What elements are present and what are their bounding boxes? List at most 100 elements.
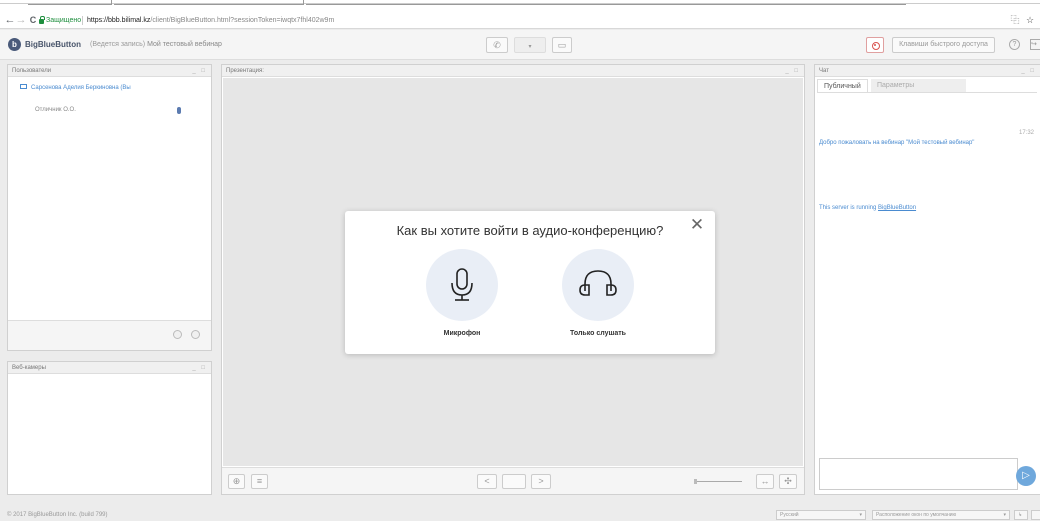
poll-icon[interactable]: ≡: [251, 474, 268, 489]
chat-panel-title: Чат: [819, 68, 829, 74]
browser-tab[interactable]: [28, 0, 112, 5]
apply-layout-icon: ↳: [1018, 512, 1023, 518]
listen-only-button[interactable]: [562, 249, 634, 321]
secure-label: Защищено: [46, 17, 82, 24]
upload-icon[interactable]: ⊕: [228, 474, 245, 489]
logo-icon: b: [8, 38, 21, 51]
lock-icon: [39, 16, 45, 24]
microphone-button[interactable]: [426, 249, 498, 321]
translate-icon[interactable]: ⿻: [1009, 14, 1021, 26]
webcam-icon: ▭: [557, 40, 567, 50]
webcam-button[interactable]: ▭: [552, 37, 572, 53]
panel-window-controls[interactable]: _ □: [1021, 65, 1036, 77]
layout-select-value: Расположение окон по умолчанию: [876, 512, 957, 518]
chat-message-input[interactable]: [819, 458, 1018, 490]
webcams-panel-header: Веб-камеры _ □: [8, 362, 211, 374]
send-icon[interactable]: ▷: [1016, 466, 1036, 486]
apply-layout-button[interactable]: ↳: [1014, 510, 1028, 520]
chat-tab-divider: [817, 92, 1037, 93]
security-indicator[interactable]: Защищено: [39, 14, 81, 27]
shortcuts-button[interactable]: Клавиши быстрого доступа: [892, 37, 995, 53]
url-path: /client/BigBlueButton.html?sessionToken=…: [150, 17, 335, 24]
zoom-slider[interactable]: [694, 481, 742, 482]
presentation-panel-header: Презентация: _ □: [222, 65, 804, 77]
webcams-panel-title: Веб-камеры: [12, 365, 46, 371]
url-host: https://bbb.bilimal.kz: [87, 17, 151, 24]
recording-status: (Ведется запись): [90, 41, 146, 48]
chevron-left-icon: <: [484, 476, 490, 486]
user-name: Сарсенова Аделия Беркиновна (Вы: [31, 85, 131, 91]
phone-button[interactable]: ✆: [486, 37, 508, 53]
next-slide-button[interactable]: >: [531, 474, 551, 489]
reload-icon[interactable]: C: [27, 13, 39, 27]
logo-text: BigBlueButton: [25, 40, 81, 49]
copyright-text: © 2017 BigBlueButton Inc. (build 799): [7, 512, 108, 518]
forward-icon[interactable]: →: [15, 13, 27, 27]
browser-tab[interactable]: [306, 0, 906, 5]
dropdown-caret-icon: ▾: [859, 512, 862, 518]
user-name: Отличник О.О.: [35, 107, 76, 113]
record-button[interactable]: [866, 37, 884, 53]
zoom-slider-handle[interactable]: [694, 479, 697, 484]
fit-width-icon: ↔: [760, 476, 770, 486]
mic-mute-button[interactable]: ▾: [514, 37, 546, 53]
microphone-icon[interactable]: [177, 107, 181, 114]
meeting-title: (Ведется запись) Мой тестовый вебинар: [90, 41, 222, 48]
address-divider: [82, 16, 83, 25]
bigbluebutton-link[interactable]: BigBlueButton: [878, 205, 916, 211]
browser-tab[interactable]: [114, 0, 304, 5]
language-select[interactable]: Русский ▾: [776, 510, 866, 520]
welcome-message: Добро пожаловать на вебинар "Мой тестовы…: [819, 140, 975, 146]
users-panel: Пользователи _ □ Сарсенова Аделия Беркин…: [7, 64, 212, 351]
url-field[interactable]: https://bbb.bilimal.kz/client/BigBlueBut…: [87, 14, 334, 27]
presentation-panel-title: Презентация:: [226, 68, 264, 74]
microphone-option-label[interactable]: Микрофон: [407, 330, 517, 337]
audio-modal-title: Как вы хотите войти в аудио-конференцию?: [396, 223, 664, 238]
tab-chat-options[interactable]: Параметры: [871, 79, 966, 92]
presentation-toolbar: ⊕ ≡ < > ↔ ✣: [222, 467, 804, 494]
bbb-logo: b BigBlueButton: [8, 38, 81, 51]
lock-layout-button[interactable]: [1031, 510, 1040, 520]
tab-public-chat[interactable]: Публичный: [817, 79, 868, 92]
listen-only-option-label[interactable]: Только слушать: [543, 330, 653, 337]
slide-number-field[interactable]: [502, 474, 526, 489]
users-panel-title: Пользователи: [12, 68, 52, 74]
chat-panel-header: Чат _ □: [815, 65, 1040, 77]
record-icon: [874, 44, 876, 46]
audio-modal: Как вы хотите войти в аудио-конференцию?…: [345, 211, 715, 354]
user-row-viewer[interactable]: Отличник О.О.: [35, 107, 76, 113]
language-select-value: Русский: [780, 512, 799, 518]
fit-page-button[interactable]: ✣: [779, 474, 797, 489]
panel-window-controls[interactable]: _ □: [192, 65, 207, 77]
dropdown-caret-icon: ▾: [1003, 512, 1006, 518]
settings-icon[interactable]: [173, 330, 182, 339]
app-header: b BigBlueButton (Ведется запись) Мой тес…: [0, 30, 1040, 60]
webcams-panel: Веб-камеры _ □: [7, 361, 212, 495]
panel-window-controls[interactable]: _ □: [785, 65, 800, 77]
microphone-icon: [451, 268, 473, 301]
users-panel-footer: [8, 320, 211, 350]
fit-page-icon: ✣: [784, 476, 792, 486]
server-message: This server is running BigBlueButton: [819, 205, 916, 211]
chevron-right-icon: >: [538, 476, 544, 486]
close-icon[interactable]: ✕: [689, 216, 705, 233]
logout-icon[interactable]: ↪: [1030, 39, 1040, 50]
app-footer: © 2017 BigBlueButton Inc. (build 799) Ру…: [0, 509, 1040, 521]
user-row-presenter[interactable]: Сарсенова Аделия Беркиновна (Вы: [20, 84, 131, 91]
users-panel-header: Пользователи _ □: [8, 65, 211, 77]
panel-window-controls[interactable]: _ □: [192, 362, 207, 374]
mute-all-icon[interactable]: [191, 330, 200, 339]
chat-panel: Чат _ □ Публичный Параметры 17:32 Добро …: [814, 64, 1040, 495]
help-icon[interactable]: ?: [1009, 39, 1020, 50]
meeting-name: Мой тестовый вебинар: [147, 41, 222, 48]
message-time: 17:32: [1018, 130, 1034, 136]
previous-slide-button[interactable]: <: [477, 474, 497, 489]
address-bar: ← → C Защищено https://bbb.bilimal.kz/cl…: [0, 12, 1040, 29]
phone-icon: ✆: [493, 40, 501, 50]
presenter-icon: [20, 84, 27, 89]
server-message-prefix: This server is running: [819, 205, 879, 211]
star-icon[interactable]: ☆: [1024, 14, 1036, 26]
fit-width-button[interactable]: ↔: [756, 474, 774, 489]
layout-select[interactable]: Расположение окон по умолчанию ▾: [872, 510, 1010, 520]
dropdown-caret-icon: ▾: [528, 44, 532, 50]
